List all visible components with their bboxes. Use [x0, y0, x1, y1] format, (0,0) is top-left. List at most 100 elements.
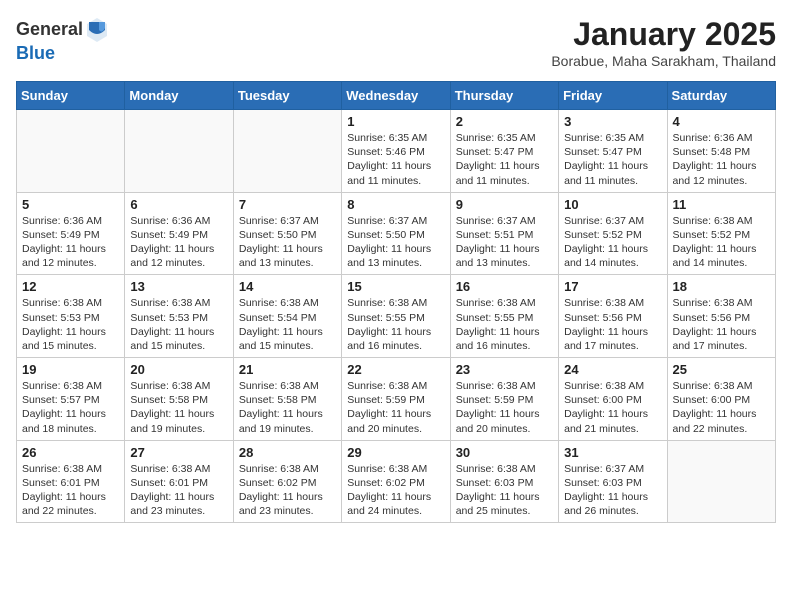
- day-info: Sunrise: 6:37 AM Sunset: 5:50 PM Dayligh…: [347, 214, 444, 271]
- day-number: 3: [564, 114, 661, 129]
- day-info: Sunrise: 6:38 AM Sunset: 6:02 PM Dayligh…: [347, 462, 444, 519]
- day-number: 9: [456, 197, 553, 212]
- table-row: 6Sunrise: 6:36 AM Sunset: 5:49 PM Daylig…: [125, 192, 233, 275]
- day-number: 30: [456, 445, 553, 460]
- page-header: General Blue January 2025 Borabue, Maha …: [16, 16, 776, 69]
- header-thursday: Thursday: [450, 82, 558, 110]
- table-row: 5 Sunrise: 6:36 AM Sunset: 5:49 PM Daylig…: [17, 192, 125, 275]
- table-row: 7Sunrise: 6:37 AM Sunset: 5:50 PM Daylig…: [233, 192, 341, 275]
- table-row: 29Sunrise: 6:38 AM Sunset: 6:02 PM Dayli…: [342, 440, 450, 523]
- day-info: Sunrise: 6:38 AM Sunset: 6:02 PM Dayligh…: [239, 462, 336, 519]
- header-friday: Friday: [559, 82, 667, 110]
- header-wednesday: Wednesday: [342, 82, 450, 110]
- table-row: 20 Sunrise: 6:38 AM Sunset: 5:58 PM Dayli…: [125, 358, 233, 441]
- table-row: 8 Sunrise: 6:37 AM Sunset: 5:50 PM Daylig…: [342, 192, 450, 275]
- table-row: 10Sunrise: 6:37 AM Sunset: 5:52 PM Dayli…: [559, 192, 667, 275]
- table-row: 23 Sunrise: 6:38 AM Sunset: 5:59 PM Dayli…: [450, 358, 558, 441]
- calendar-week-row: 19 Sunrise: 6:38 AM Sunset: 5:57 PM Dayli…: [17, 358, 776, 441]
- table-row: 1Sunrise: 6:35 AM Sunset: 5:46 PM Daylig…: [342, 110, 450, 193]
- day-info: Sunrise: 6:35 AM Sunset: 5:47 PM Dayligh…: [564, 131, 661, 188]
- calendar-week-row: 26Sunrise: 6:38 AM Sunset: 6:01 PM Dayli…: [17, 440, 776, 523]
- day-info: Sunrise: 6:36 AM Sunset: 5:48 PM Dayligh…: [673, 131, 770, 188]
- day-number: 20: [130, 362, 227, 377]
- day-info: Sunrise: 6:38 AM Sunset: 5:53 PM Dayligh…: [22, 296, 119, 353]
- day-info: Sunrise: 6:38 AM Sunset: 5:58 PM Dayligh…: [239, 379, 336, 436]
- table-row: 9 Sunrise: 6:37 AM Sunset: 5:51 PM Daylig…: [450, 192, 558, 275]
- logo-general: General: [16, 20, 83, 40]
- table-row: 31 Sunrise: 6:37 AM Sunset: 6:03 PM Dayli…: [559, 440, 667, 523]
- header-tuesday: Tuesday: [233, 82, 341, 110]
- day-number: 16: [456, 279, 553, 294]
- logo-icon: [85, 16, 109, 44]
- table-row: [667, 440, 775, 523]
- day-number: 8: [347, 197, 444, 212]
- day-number: 2: [456, 114, 553, 129]
- day-info: Sunrise: 6:38 AM Sunset: 5:53 PM Dayligh…: [130, 296, 227, 353]
- day-number: 11: [673, 197, 770, 212]
- day-number: 22: [347, 362, 444, 377]
- logo-blue: Blue: [16, 43, 55, 63]
- day-info: Sunrise: 6:37 AM Sunset: 6:03 PM Dayligh…: [564, 462, 661, 519]
- day-number: 31: [564, 445, 661, 460]
- day-number: 14: [239, 279, 336, 294]
- table-row: [233, 110, 341, 193]
- day-number: 10: [564, 197, 661, 212]
- day-info: Sunrise: 6:38 AM Sunset: 5:58 PM Dayligh…: [130, 379, 227, 436]
- day-info: Sunrise: 6:38 AM Sunset: 6:03 PM Dayligh…: [456, 462, 553, 519]
- title-area: January 2025 Borabue, Maha Sarakham, Tha…: [551, 16, 776, 69]
- day-info: Sunrise: 6:38 AM Sunset: 5:55 PM Dayligh…: [456, 296, 553, 353]
- table-row: 13 Sunrise: 6:38 AM Sunset: 5:53 PM Dayli…: [125, 275, 233, 358]
- day-number: 5: [22, 197, 119, 212]
- day-number: 4: [673, 114, 770, 129]
- day-number: 19: [22, 362, 119, 377]
- table-row: 3 Sunrise: 6:35 AM Sunset: 5:47 PM Daylig…: [559, 110, 667, 193]
- table-row: 26Sunrise: 6:38 AM Sunset: 6:01 PM Dayli…: [17, 440, 125, 523]
- day-info: Sunrise: 6:38 AM Sunset: 5:59 PM Dayligh…: [347, 379, 444, 436]
- table-row: 16 Sunrise: 6:38 AM Sunset: 5:55 PM Dayli…: [450, 275, 558, 358]
- day-number: 18: [673, 279, 770, 294]
- table-row: 22 Sunrise: 6:38 AM Sunset: 5:59 PM Dayli…: [342, 358, 450, 441]
- day-info: Sunrise: 6:38 AM Sunset: 6:01 PM Dayligh…: [130, 462, 227, 519]
- table-row: [17, 110, 125, 193]
- month-title: January 2025: [551, 16, 776, 53]
- day-info: Sunrise: 6:38 AM Sunset: 5:52 PM Dayligh…: [673, 214, 770, 271]
- day-info: Sunrise: 6:38 AM Sunset: 5:57 PM Dayligh…: [22, 379, 119, 436]
- table-row: 17 Sunrise: 6:38 AM Sunset: 5:56 PM Dayli…: [559, 275, 667, 358]
- calendar-header-row: Sunday Monday Tuesday Wednesday Thursday…: [17, 82, 776, 110]
- subtitle: Borabue, Maha Sarakham, Thailand: [551, 53, 776, 69]
- day-info: Sunrise: 6:36 AM Sunset: 5:49 PM Dayligh…: [22, 214, 119, 271]
- day-info: Sunrise: 6:38 AM Sunset: 6:00 PM Dayligh…: [564, 379, 661, 436]
- calendar-week-row: 12 Sunrise: 6:38 AM Sunset: 5:53 PM Dayli…: [17, 275, 776, 358]
- day-info: Sunrise: 6:37 AM Sunset: 5:51 PM Dayligh…: [456, 214, 553, 271]
- table-row: 25Sunrise: 6:38 AM Sunset: 6:00 PM Dayli…: [667, 358, 775, 441]
- table-row: 30 Sunrise: 6:38 AM Sunset: 6:03 PM Dayli…: [450, 440, 558, 523]
- day-info: Sunrise: 6:38 AM Sunset: 5:56 PM Dayligh…: [673, 296, 770, 353]
- day-number: 23: [456, 362, 553, 377]
- day-number: 17: [564, 279, 661, 294]
- day-info: Sunrise: 6:36 AM Sunset: 5:49 PM Dayligh…: [130, 214, 227, 271]
- day-info: Sunrise: 6:38 AM Sunset: 6:00 PM Dayligh…: [673, 379, 770, 436]
- table-row: 11 Sunrise: 6:38 AM Sunset: 5:52 PM Dayli…: [667, 192, 775, 275]
- day-number: 15: [347, 279, 444, 294]
- day-info: Sunrise: 6:38 AM Sunset: 5:56 PM Dayligh…: [564, 296, 661, 353]
- header-monday: Monday: [125, 82, 233, 110]
- day-info: Sunrise: 6:35 AM Sunset: 5:47 PM Dayligh…: [456, 131, 553, 188]
- logo: General Blue: [16, 16, 113, 64]
- table-row: 24Sunrise: 6:38 AM Sunset: 6:00 PM Dayli…: [559, 358, 667, 441]
- day-number: 27: [130, 445, 227, 460]
- table-row: 4 Sunrise: 6:36 AM Sunset: 5:48 PM Daylig…: [667, 110, 775, 193]
- table-row: 2 Sunrise: 6:35 AM Sunset: 5:47 PM Daylig…: [450, 110, 558, 193]
- table-row: 12 Sunrise: 6:38 AM Sunset: 5:53 PM Dayli…: [17, 275, 125, 358]
- table-row: 28Sunrise: 6:38 AM Sunset: 6:02 PM Dayli…: [233, 440, 341, 523]
- table-row: 21 Sunrise: 6:38 AM Sunset: 5:58 PM Dayli…: [233, 358, 341, 441]
- day-number: 21: [239, 362, 336, 377]
- day-info: Sunrise: 6:35 AM Sunset: 5:46 PM Dayligh…: [347, 131, 444, 188]
- table-row: 18 Sunrise: 6:38 AM Sunset: 5:56 PM Dayli…: [667, 275, 775, 358]
- day-number: 12: [22, 279, 119, 294]
- table-row: 15Sunrise: 6:38 AM Sunset: 5:55 PM Dayli…: [342, 275, 450, 358]
- header-saturday: Saturday: [667, 82, 775, 110]
- day-info: Sunrise: 6:38 AM Sunset: 5:59 PM Dayligh…: [456, 379, 553, 436]
- day-number: 13: [130, 279, 227, 294]
- day-info: Sunrise: 6:37 AM Sunset: 5:50 PM Dayligh…: [239, 214, 336, 271]
- calendar-week-row: 5 Sunrise: 6:36 AM Sunset: 5:49 PM Daylig…: [17, 192, 776, 275]
